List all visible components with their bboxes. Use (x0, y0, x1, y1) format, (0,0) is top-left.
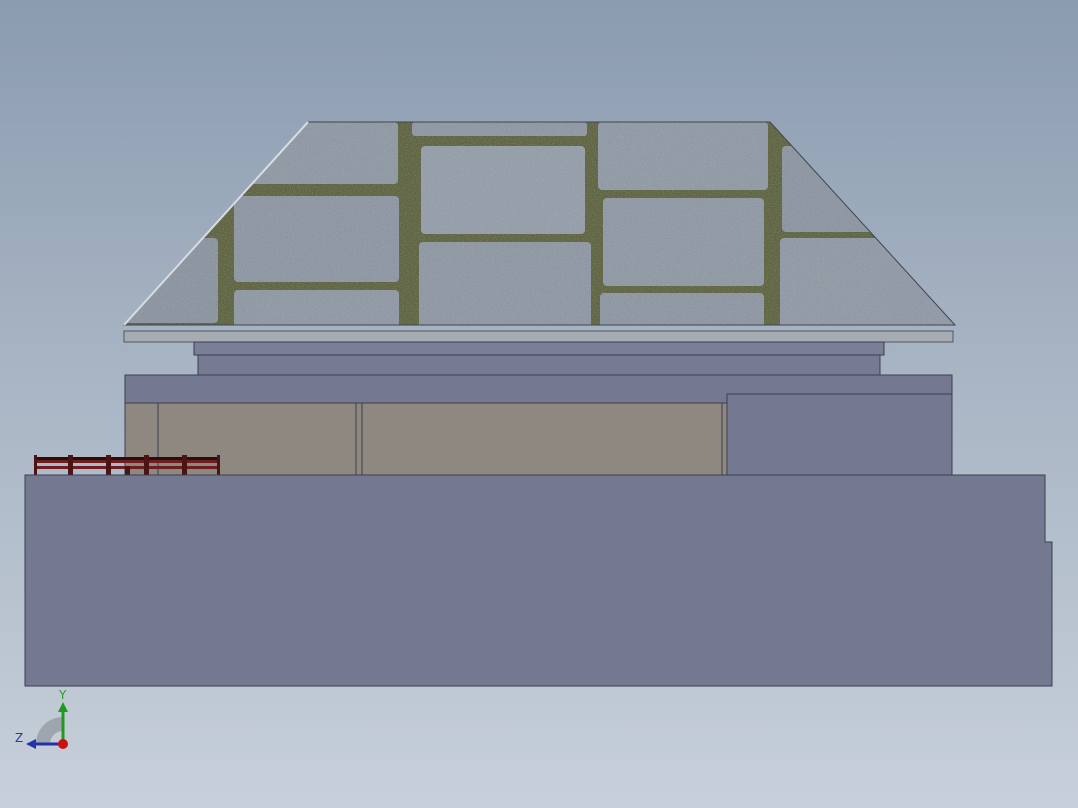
wall-section[interactable] (124, 402, 728, 476)
base-plinth[interactable] (24, 474, 1053, 687)
roof-stones (124, 122, 955, 325)
building-model[interactable] (0, 0, 1078, 808)
upper-band[interactable] (197, 354, 881, 376)
triad-graphic (26, 702, 68, 749)
upper-cap[interactable] (193, 341, 885, 356)
roof[interactable] (120, 121, 1020, 333)
cad-viewport[interactable]: Y Z (0, 0, 1078, 808)
roof-fascia[interactable] (123, 330, 954, 343)
orientation-triad[interactable]: Y Z (12, 688, 82, 758)
triad-z-label: Z (15, 731, 24, 745)
right-wall-block[interactable] (726, 393, 953, 476)
triad-x-axis (58, 739, 68, 749)
triad-y-label: Y (59, 688, 67, 702)
